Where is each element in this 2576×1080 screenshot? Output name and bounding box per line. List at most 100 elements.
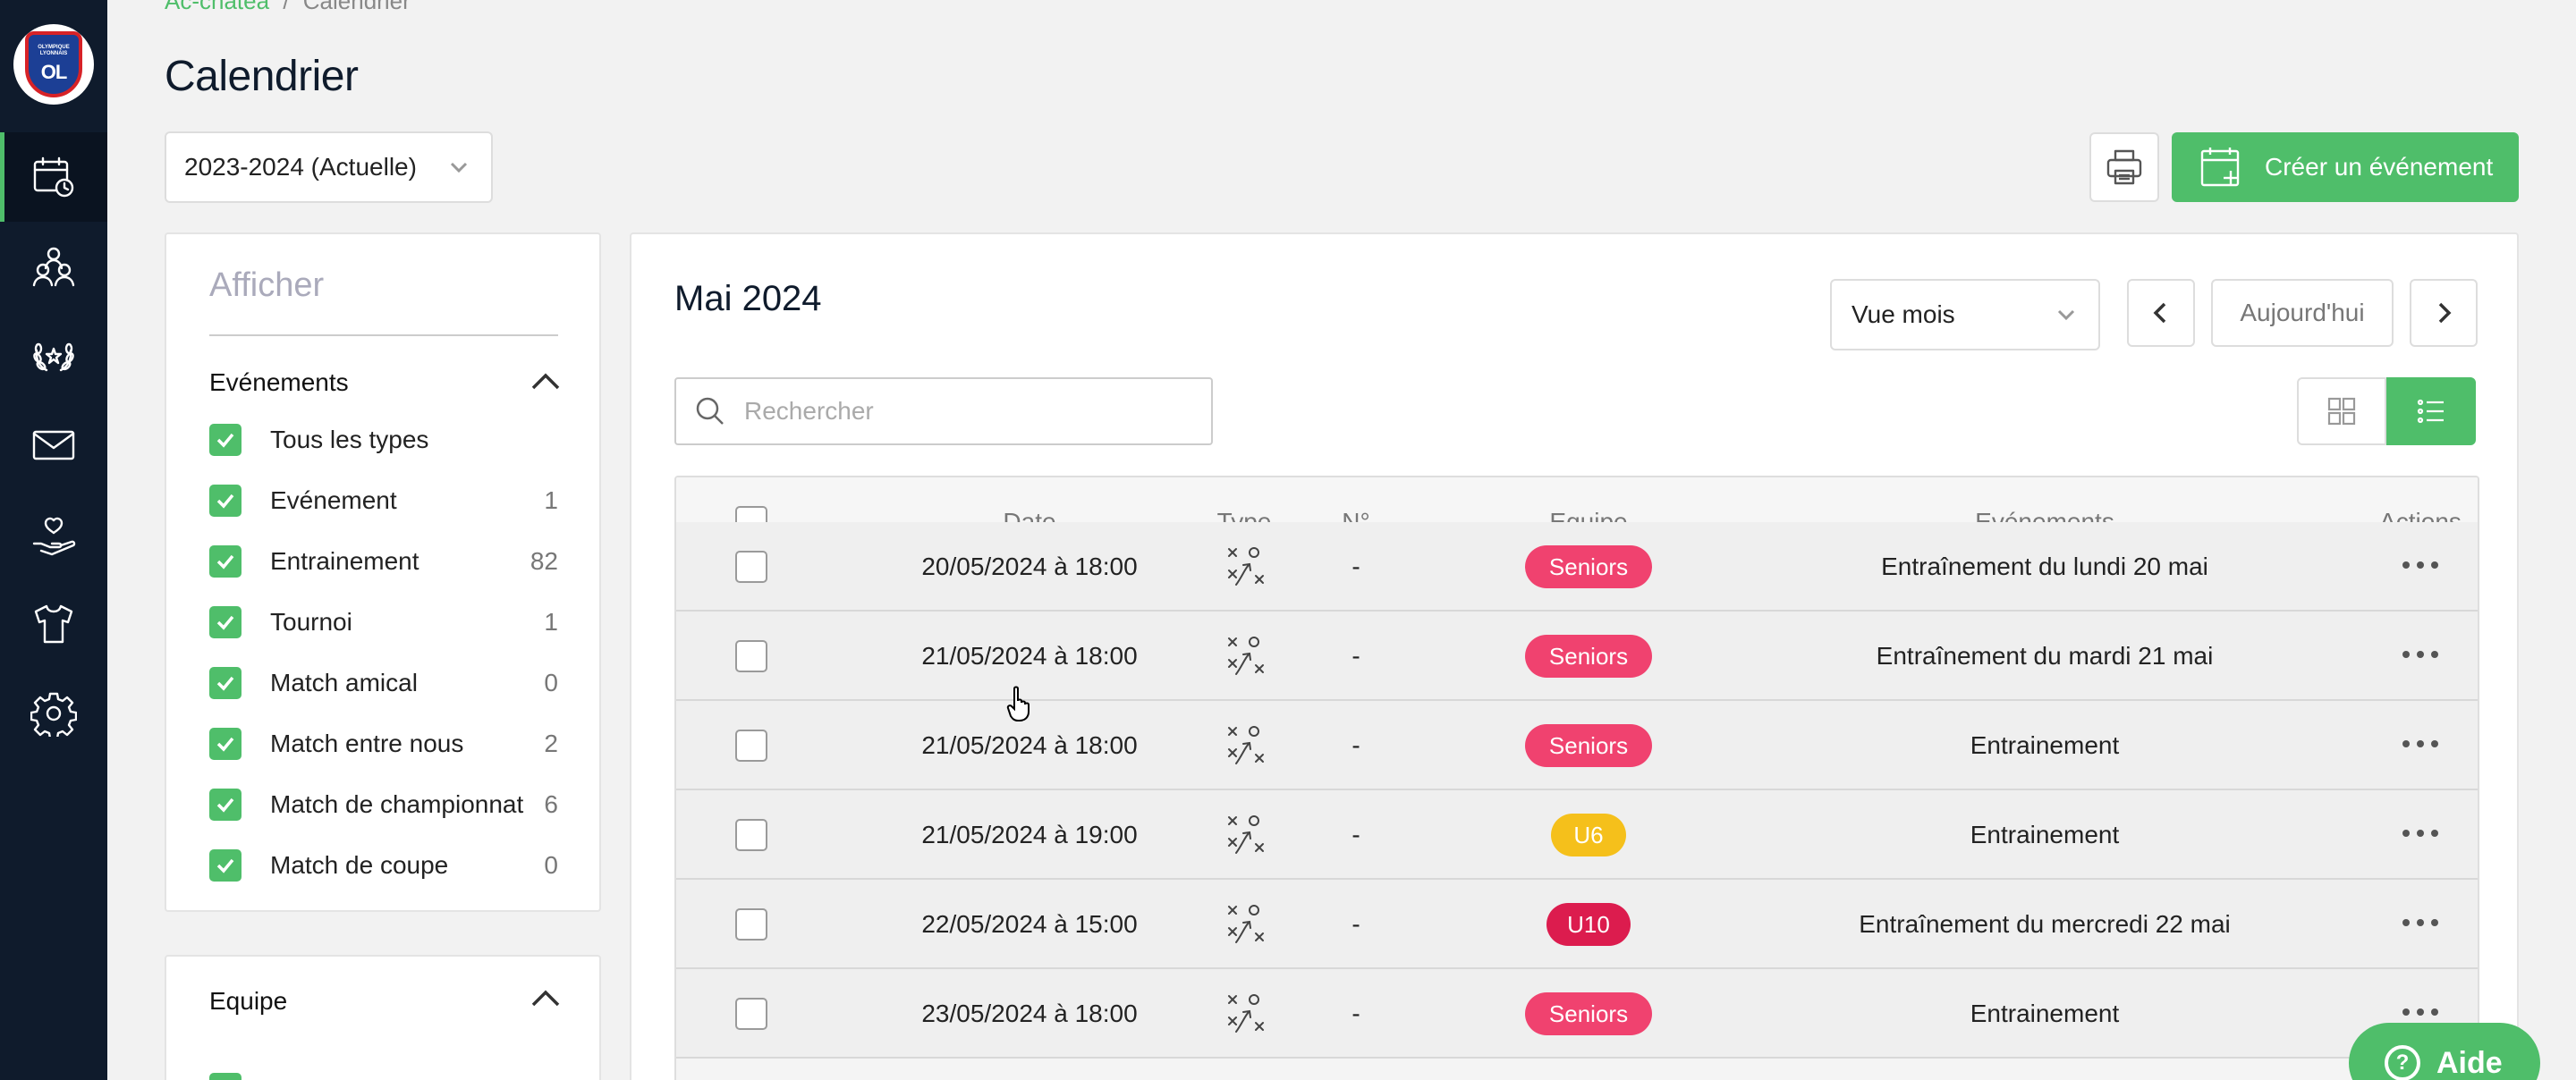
filter-label: Match de championnat	[270, 790, 524, 818]
cell-event[interactable]: Entraînement du mercredi 22 mai	[1776, 880, 2313, 969]
help-button[interactable]: ? Aide	[2349, 1023, 2540, 1080]
team-badge: Seniors	[1525, 635, 1652, 678]
checkbox-checked[interactable]	[209, 789, 242, 821]
cell-event[interactable]: Entrainement	[1776, 969, 2313, 1059]
filter-tournoi[interactable]: Tournoi 1	[209, 604, 558, 640]
team-badge: U10	[1546, 903, 1631, 946]
club-crest: OLYMPIQUE LYONNAIS OL	[25, 31, 82, 97]
cell-event[interactable]: Entraînement du mardi 21 mai	[1776, 612, 2313, 701]
cell-date: 23/05/2024 à 18:00	[921, 1000, 1138, 1027]
grid-view-button[interactable]	[2297, 377, 2386, 445]
checkbox-checked[interactable]	[209, 424, 242, 456]
events-group-title[interactable]: Evénements	[209, 368, 349, 397]
filter-match-championnat[interactable]: Match de championnat 6	[209, 787, 558, 823]
filter-evenement[interactable]: Evénement 1	[209, 483, 558, 519]
chevron-down-icon	[2054, 302, 2079, 333]
check-icon	[216, 615, 234, 630]
filter-label: Tous les types	[270, 426, 429, 453]
more-actions-icon[interactable]	[2402, 561, 2438, 572]
more-actions-icon[interactable]	[2402, 919, 2438, 930]
search-icon	[696, 397, 724, 425]
filter-count: 1	[544, 608, 558, 636]
logo-mark: OL	[40, 61, 68, 83]
row-checkbox[interactable]	[735, 640, 767, 672]
sidebar-item-settings[interactable]	[0, 669, 107, 758]
sidebar-item-calendar[interactable]	[0, 132, 107, 222]
next-month-button[interactable]	[2410, 279, 2478, 347]
sidebar-item-partners[interactable]	[0, 490, 107, 579]
search-input[interactable]: Rechercher	[674, 377, 1213, 445]
filter-match-amical[interactable]: Match amical 0	[209, 665, 558, 701]
club-logo[interactable]: OLYMPIQUE LYONNAIS OL	[13, 24, 94, 105]
row-checkbox[interactable]	[735, 819, 767, 851]
row-checkbox[interactable]	[735, 730, 767, 762]
check-icon	[216, 554, 234, 570]
more-actions-icon[interactable]	[2402, 740, 2438, 751]
filter-count: 82	[530, 547, 558, 575]
table-row[interactable]: 21/05/2024 à 18:00- Seniors Entraînement d…	[676, 612, 2478, 701]
collapse-team-icon[interactable]	[528, 985, 564, 1012]
breadcrumb: Ac-cnatea / Calendrier	[165, 0, 411, 15]
table-row[interactable]: 22/05/2024 à 15:00 - U10 Entraînement du me…	[676, 880, 2478, 969]
season-select[interactable]: 2023-2024 (Actuelle)	[165, 131, 493, 203]
sidebar-item-competitions[interactable]	[0, 311, 107, 401]
check-icon	[216, 433, 234, 448]
training-type-icon	[1222, 545, 1268, 590]
filter-match-entre-nous[interactable]: Match entre nous 2	[209, 726, 558, 762]
calendar-plus-icon	[2200, 148, 2240, 187]
more-actions-icon[interactable]	[2402, 830, 2438, 840]
sidebar-item-members[interactable]	[0, 222, 107, 311]
more-actions-icon[interactable]	[2402, 1008, 2438, 1019]
filter-match-coupe[interactable]: Match de coupe 0	[209, 848, 558, 883]
checkbox-checked[interactable]	[209, 545, 242, 578]
table-row[interactable]: 21/05/2024 à 18:00- Seniors Entrainement	[676, 701, 2478, 790]
create-event-label: Créer un événement	[2265, 153, 2494, 181]
checkbox-checked[interactable]	[209, 485, 242, 517]
checkbox-checked[interactable]	[209, 667, 242, 699]
row-checkbox[interactable]	[735, 551, 767, 583]
check-icon	[216, 737, 234, 752]
cell-number: -	[1352, 1000, 1360, 1027]
more-actions-icon[interactable]	[2402, 651, 2438, 662]
laurel-icon	[33, 342, 74, 372]
breadcrumb-link[interactable]: Ac-cnatea	[165, 0, 269, 14]
row-checkbox[interactable]	[735, 908, 767, 941]
filter-entrainement[interactable]: Entrainement 82	[209, 544, 558, 579]
training-type-icon	[1222, 903, 1268, 948]
table-row[interactable]: 20/05/2024 à 18:00 - Seniors Entraînement d…	[676, 522, 2478, 612]
checkbox-checked[interactable]	[209, 1073, 242, 1080]
checkbox-checked[interactable]	[209, 606, 242, 638]
create-event-button[interactable]: Créer un événement	[2172, 132, 2519, 202]
print-button[interactable]	[2089, 132, 2159, 202]
sidebar-item-equipment[interactable]	[0, 579, 107, 669]
cell-number: -	[1352, 642, 1360, 670]
list-view-button[interactable]	[2386, 377, 2476, 445]
table-row[interactable]: 23/05/2024 à 18:00 - Seniors Entrainement	[676, 969, 2478, 1059]
collapse-events-icon[interactable]	[528, 368, 564, 395]
table-row[interactable]: 21/05/2024 à 19:00 - U6 Entrainement	[676, 790, 2478, 880]
cell-event[interactable]: Entrainement	[1776, 701, 2313, 790]
view-select[interactable]: Vue mois	[1830, 279, 2100, 350]
printer-icon	[2106, 149, 2142, 185]
checkbox-checked[interactable]	[209, 849, 242, 882]
previous-month-button[interactable]	[2127, 279, 2195, 347]
team-badge: Seniors	[1525, 724, 1652, 767]
list-icon	[2417, 399, 2444, 424]
team-filter-panel: Equipe	[165, 955, 601, 1080]
cell-number: -	[1352, 731, 1360, 759]
filter-all-types[interactable]: Tous les types	[209, 422, 558, 458]
breadcrumb-separator: /	[283, 0, 290, 14]
cell-event[interactable]: Entrainement	[1776, 790, 2313, 880]
filter-label: Entrainement	[270, 547, 419, 575]
today-button[interactable]: Aujourd'hui	[2211, 279, 2394, 347]
checkbox-checked[interactable]	[209, 728, 242, 760]
filter-count: 1	[544, 486, 558, 514]
sidebar-item-messages[interactable]	[0, 401, 107, 490]
team-group-title[interactable]: Equipe	[209, 987, 287, 1016]
filter-label: Match entre nous	[270, 730, 464, 757]
divider	[209, 334, 558, 336]
cell-event[interactable]: Entraînement du lundi 20 mai	[1776, 522, 2313, 612]
question-icon: ?	[2385, 1045, 2420, 1080]
training-type-icon	[1222, 724, 1268, 769]
row-checkbox[interactable]	[735, 998, 767, 1030]
